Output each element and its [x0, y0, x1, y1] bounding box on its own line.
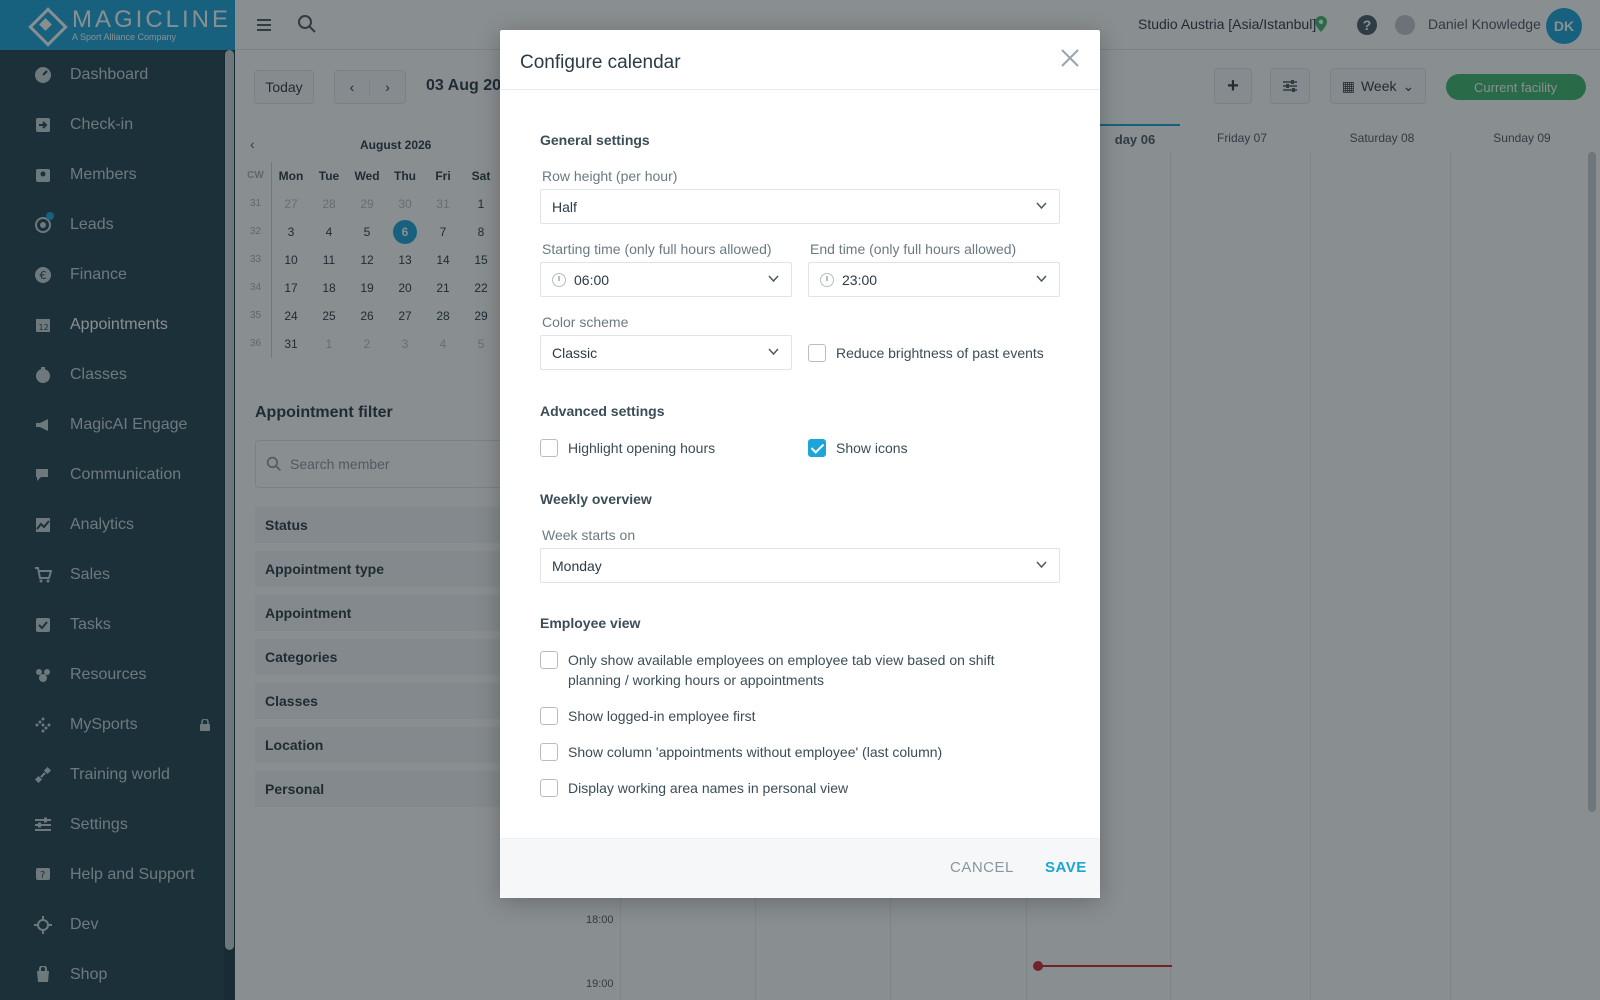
row-height-select[interactable]: Half — [540, 189, 1060, 224]
working-area-names-option[interactable]: Display working area names in personal v… — [540, 778, 848, 798]
modal-header: Configure calendar — [500, 30, 1100, 90]
color-scheme-select[interactable]: Classic — [540, 335, 792, 370]
configure-calendar-dialog: Configure calendar General settings Row … — [500, 30, 1100, 898]
row-height-value: Half — [552, 198, 577, 215]
working-area-names-label: Display working area names in personal v… — [568, 780, 849, 796]
advanced-settings-title: Advanced settings — [540, 403, 665, 419]
week-starts-label: Week starts on — [542, 527, 636, 543]
logged-in-first-checkbox[interactable] — [540, 707, 558, 725]
clock-icon — [552, 272, 566, 287]
end-time-label: End time (only full hours allowed) — [810, 241, 1017, 257]
available-employees-option[interactable]: Only show available employees on employe… — [540, 650, 1040, 690]
show-icons-option[interactable]: Show icons — [808, 438, 908, 458]
chevron-down-icon — [1036, 202, 1047, 210]
reduce-brightness-label: Reduce brightness of past events — [836, 345, 1044, 361]
available-employees-label: Only show available employees on employe… — [568, 652, 995, 688]
week-starts-value: Monday — [552, 557, 602, 574]
highlight-opening-hours-checkbox[interactable] — [540, 439, 558, 457]
weekly-overview-title: Weekly overview — [540, 491, 652, 507]
reduce-brightness-option[interactable]: Reduce brightness of past events — [808, 343, 1044, 363]
modal-footer: CANCEL SAVE — [500, 838, 1100, 898]
working-area-names-checkbox[interactable] — [540, 779, 558, 797]
reduce-brightness-checkbox[interactable] — [808, 344, 826, 362]
clock-icon — [820, 272, 834, 287]
without-employee-column-label: Show column 'appointments without employ… — [568, 744, 943, 760]
save-button[interactable]: SAVE — [1045, 859, 1087, 876]
chevron-down-icon — [768, 275, 779, 283]
start-time-select[interactable]: 06:00 — [540, 262, 792, 297]
available-employees-checkbox[interactable] — [540, 651, 558, 669]
logged-in-first-option[interactable]: Show logged-in employee first — [540, 706, 756, 726]
week-starts-select[interactable]: Monday — [540, 548, 1060, 583]
chevron-down-icon — [1036, 561, 1047, 569]
employee-view-title: Employee view — [540, 615, 641, 631]
end-time-value: 23:00 — [842, 271, 878, 288]
without-employee-column-checkbox[interactable] — [540, 743, 558, 761]
without-employee-column-option[interactable]: Show column 'appointments without employ… — [540, 742, 942, 762]
show-icons-label: Show icons — [836, 440, 908, 456]
row-height-label: Row height (per hour) — [542, 168, 678, 184]
cancel-button[interactable]: CANCEL — [950, 859, 1014, 876]
color-scheme-label: Color scheme — [542, 314, 629, 330]
start-time-label: Starting time (only full hours allowed) — [542, 241, 772, 257]
modal-title: Configure calendar — [520, 52, 681, 73]
close-icon[interactable] — [1058, 46, 1082, 70]
chevron-down-icon — [768, 348, 779, 356]
highlight-opening-hours-option[interactable]: Highlight opening hours — [540, 438, 715, 458]
end-time-select[interactable]: 23:00 — [808, 262, 1060, 297]
highlight-opening-hours-label: Highlight opening hours — [568, 440, 716, 456]
show-icons-checkbox[interactable] — [808, 439, 826, 457]
general-settings-title: General settings — [540, 132, 650, 148]
color-scheme-value: Classic — [552, 344, 598, 361]
start-time-value: 06:00 — [574, 271, 610, 288]
logged-in-first-label: Show logged-in employee first — [568, 708, 756, 724]
chevron-down-icon — [1036, 275, 1047, 283]
